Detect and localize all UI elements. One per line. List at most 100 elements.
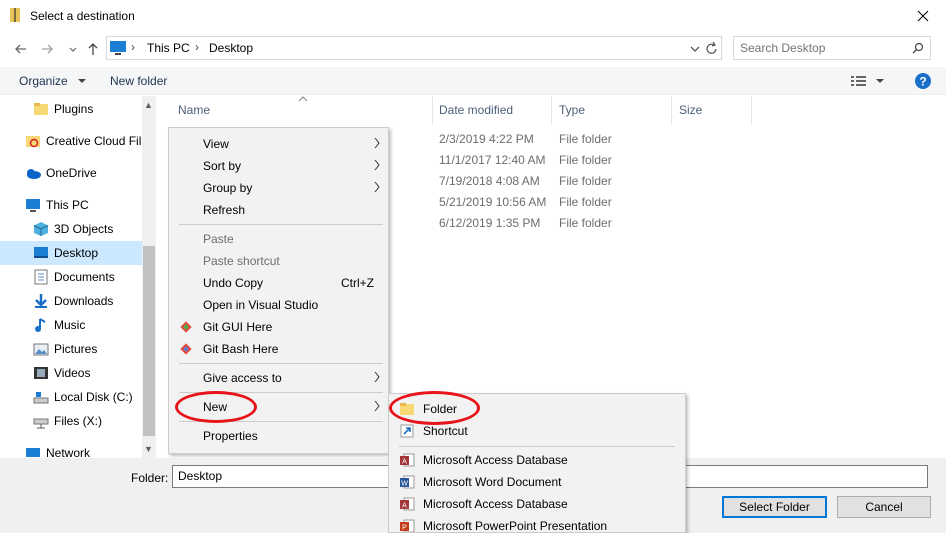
help-icon[interactable]: ? <box>914 72 932 90</box>
submenu-item-folder[interactable]: Folder <box>389 398 685 420</box>
submenu-item-access-database-2[interactable]: A Microsoft Access Database <box>389 493 685 515</box>
chevron-right-icon <box>374 181 380 193</box>
new-folder-button[interactable]: New folder <box>110 74 167 88</box>
sidebar-item-label: Pictures <box>54 342 98 356</box>
sidebar-item-label: Downloads <box>54 294 114 308</box>
sidebar-item-files-x[interactable]: Files (X:) <box>0 409 142 433</box>
folder-icon <box>34 103 48 115</box>
select-folder-button[interactable]: Select Folder <box>722 496 827 518</box>
svg-text:?: ? <box>919 75 926 89</box>
sidebar-item-label: This PC <box>46 198 89 212</box>
sidebar-item-network[interactable]: Network <box>0 441 142 458</box>
git-icon <box>180 343 192 355</box>
refresh-icon[interactable] <box>705 41 719 57</box>
menu-item-undo-copy[interactable]: Undo Copy Ctrl+Z <box>169 272 388 294</box>
column-header-date[interactable]: Date modified <box>439 103 513 117</box>
column-divider[interactable] <box>671 96 672 124</box>
cancel-button[interactable]: Cancel <box>837 496 931 518</box>
sidebar-item-label: Local Disk (C:) <box>54 390 133 404</box>
submenu-item-label: Shortcut <box>423 424 468 438</box>
organize-button[interactable]: Organize <box>19 74 87 88</box>
menu-item-label: Open in Visual Studio <box>203 298 319 312</box>
row-type: File folder <box>559 153 612 167</box>
menu-item-give-access[interactable]: Give access to <box>169 367 388 389</box>
menu-item-view[interactable]: View <box>169 133 388 155</box>
submenu-item-word-document[interactable]: W Microsoft Word Document <box>389 471 685 493</box>
menu-item-refresh[interactable]: Refresh <box>169 199 388 221</box>
navigation-pane: Plugins Creative Cloud Fil OneDrive This… <box>0 96 156 458</box>
search-input[interactable] <box>740 38 910 58</box>
column-header-name[interactable]: Name <box>178 103 210 117</box>
row-type: File folder <box>559 216 612 230</box>
column-divider[interactable] <box>751 96 752 124</box>
sidebar-item-plugins[interactable]: Plugins <box>0 97 142 121</box>
sidebar-item-this-pc[interactable]: This PC <box>0 193 142 217</box>
sidebar-item-label: OneDrive <box>46 166 97 180</box>
sidebar-item-label: Videos <box>54 366 91 380</box>
submenu-item-shortcut[interactable]: Shortcut <box>389 420 685 442</box>
sidebar-item-3d-objects[interactable]: 3D Objects <box>0 217 142 241</box>
breadcrumb-this-pc[interactable]: This PC <box>147 41 190 55</box>
sidebar-item-music[interactable]: Music <box>0 313 142 337</box>
up-arrow-icon[interactable] <box>84 39 102 59</box>
breadcrumb-desktop[interactable]: Desktop <box>209 41 253 55</box>
menu-item-label: Undo Copy <box>203 276 264 290</box>
menu-item-properties[interactable]: Properties <box>169 425 388 447</box>
submenu-item-powerpoint[interactable]: P Microsoft PowerPoint Presentation <box>389 515 685 532</box>
column-header-size[interactable]: Size <box>679 103 702 117</box>
svg-text:P: P <box>402 525 407 532</box>
chevron-right-icon <box>374 400 380 412</box>
chevron-down-icon[interactable] <box>689 43 701 55</box>
sidebar-item-label: Network <box>46 446 91 458</box>
title-bar: Select a destination <box>0 0 946 32</box>
menu-item-open-visual-studio[interactable]: Open in Visual Studio <box>169 294 388 316</box>
sidebar-item-creative-cloud[interactable]: Creative Cloud Fil <box>0 129 142 153</box>
videos-icon <box>34 367 48 379</box>
row-type: File folder <box>559 132 612 146</box>
address-field[interactable]: › This PC › Desktop <box>106 36 722 60</box>
network-drive-icon <box>33 418 49 429</box>
recent-locations-icon[interactable] <box>64 39 82 59</box>
folder-label: Folder: <box>131 471 169 485</box>
submenu-item-label: Microsoft Access Database <box>423 497 568 511</box>
command-bar: Organize New folder ? <box>0 67 946 95</box>
sidebar-item-onedrive[interactable]: OneDrive <box>0 161 142 185</box>
menu-item-label: Paste <box>203 232 234 246</box>
sidebar-item-videos[interactable]: Videos <box>0 361 142 385</box>
breadcrumb-separator: › <box>131 40 135 54</box>
sidebar-item-desktop[interactable]: Desktop <box>0 241 142 265</box>
back-arrow-icon[interactable] <box>12 39 30 59</box>
column-divider[interactable] <box>432 96 433 124</box>
close-button[interactable] <box>900 0 946 32</box>
sidebar-item-local-disk[interactable]: Local Disk (C:) <box>0 385 142 409</box>
svg-text:A: A <box>402 459 407 466</box>
view-options-icon[interactable] <box>850 73 890 89</box>
scroll-up-icon[interactable]: ▲ <box>144 100 153 110</box>
menu-item-git-bash[interactable]: Git Bash Here <box>169 338 388 360</box>
forward-arrow-icon[interactable] <box>38 39 56 59</box>
new-submenu: Folder Shortcut A Microsoft Access Datab… <box>388 393 686 533</box>
sidebar-item-label: Creative Cloud Fil <box>46 134 142 148</box>
menu-item-new[interactable]: New <box>169 396 388 418</box>
menu-item-group-by[interactable]: Group by <box>169 177 388 199</box>
menu-item-label: Paste shortcut <box>203 254 280 268</box>
menu-item-label: Sort by <box>203 159 242 173</box>
scroll-thumb[interactable] <box>143 246 155 436</box>
sidebar-item-downloads[interactable]: Downloads <box>0 289 142 313</box>
scroll-down-icon[interactable]: ▼ <box>144 444 153 454</box>
column-header-type[interactable]: Type <box>559 103 585 117</box>
sidebar-item-label: Plugins <box>54 102 94 116</box>
submenu-item-access-database[interactable]: A Microsoft Access Database <box>389 449 685 471</box>
sidebar-item-pictures[interactable]: Pictures <box>0 337 142 361</box>
column-divider[interactable] <box>551 96 552 124</box>
menu-item-git-gui[interactable]: Git GUI Here <box>169 316 388 338</box>
submenu-item-label: Folder <box>423 402 458 416</box>
close-icon <box>917 10 929 22</box>
pc-icon <box>26 199 40 212</box>
sidebar-item-documents[interactable]: Documents <box>0 265 142 289</box>
sidebar-scrollbar[interactable]: ▲ ▼ <box>142 96 156 458</box>
chevron-down-icon <box>78 79 87 83</box>
access-icon: A <box>400 453 415 467</box>
menu-item-sort-by[interactable]: Sort by <box>169 155 388 177</box>
folder-icon <box>400 403 414 415</box>
